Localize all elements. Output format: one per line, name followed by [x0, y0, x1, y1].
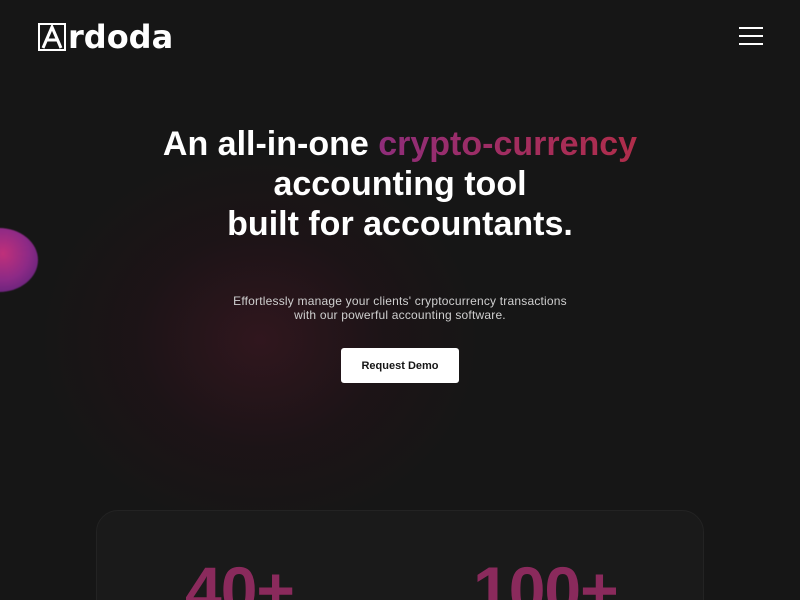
hero-subtitle-line2: with our powerful accounting software.: [294, 308, 506, 322]
landing-page: rdoda An all-in-one crypto-currency acco…: [0, 0, 800, 600]
stats-card: 40+ 100+: [96, 510, 704, 600]
stat-value: 100+: [473, 553, 619, 600]
menu-line: [739, 27, 763, 29]
request-demo-button[interactable]: Request Demo: [341, 348, 459, 383]
hero-title-accent: crypto-currency: [378, 125, 638, 163]
menu-line: [739, 43, 763, 45]
hero-title-line2: accounting tool: [273, 165, 527, 203]
decorative-orb: [0, 228, 38, 292]
logo-text: rdoda: [68, 18, 174, 56]
hero-title: An all-in-one crypto-currency accounting…: [100, 124, 700, 244]
menu-line: [739, 35, 763, 37]
hamburger-menu-icon[interactable]: [737, 26, 765, 50]
hero-subtitle-line1: Effortlessly manage your clients' crypto…: [233, 294, 567, 308]
logo-mark-icon: [38, 23, 66, 51]
site-header: rdoda: [0, 0, 800, 76]
hero-subtitle: Effortlessly manage your clients' crypto…: [150, 294, 650, 322]
hero-title-line3: built for accountants.: [227, 205, 573, 243]
stat-value: 40+: [185, 553, 295, 600]
hero-title-part1: An all-in-one: [162, 125, 379, 163]
ardoda-logo[interactable]: rdoda: [38, 20, 173, 54]
